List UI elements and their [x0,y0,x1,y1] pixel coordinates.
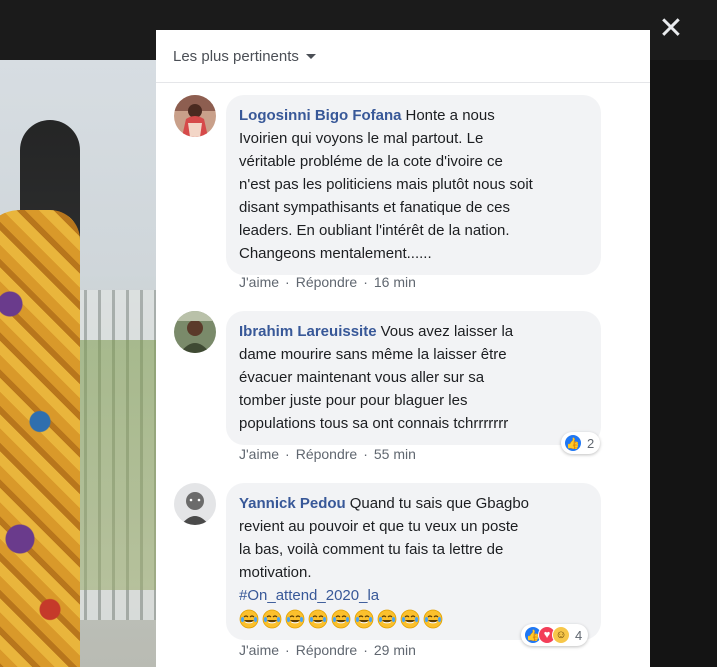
comment-text-line: Vous avez laisser la [380,323,514,340]
tears-of-joy-emoji-icon [285,609,305,629]
separator-dot: · [363,274,368,290]
reaction-count: 2 [587,435,595,451]
comment-text-line: véritable probléme de la cote d'ivoire c… [239,153,503,170]
comment-text-line: n'est pas les politiciens mais plutôt no… [239,176,533,193]
avatar[interactable] [174,95,216,137]
tears-of-joy-emoji-icon [331,609,351,629]
separator-dot: · [363,642,368,658]
avatar[interactable] [174,311,216,353]
close-icon[interactable]: ✕ [656,14,686,44]
reply-link[interactable]: Répondre [296,642,358,658]
comment-text-line: disant sympathisants et fanatique de ces [239,199,510,216]
comment-text-line: revient au pouvoir et que tu veux un pos… [239,518,519,535]
comment-text-line: motivation. [239,564,312,581]
comment-text-line: leaders. En oubliant l'intérêt de la nat… [239,222,510,239]
photo-dress [0,210,80,667]
hashtag-link[interactable]: #On_attend_2020_la [239,587,379,604]
separator-dot: · [285,642,290,658]
avatar[interactable] [174,483,216,525]
comment-bubble: Ibrahim Lareuissite Vous avez laisser la … [226,311,601,445]
reply-link[interactable]: Répondre [296,446,358,462]
separator-dot: · [363,446,368,462]
separator-dot: · [285,274,290,290]
reaction-summary[interactable]: 👍 2 [561,432,601,454]
comment-bubble: Logosinni Bigo Fofana Honte a nous Ivoiri… [226,95,601,275]
separator-dot: · [285,446,290,462]
haha-reaction-icon: ☺ [552,626,570,644]
reaction-count: 4 [575,627,583,643]
comment-text-line: tomber juste pour pour blaguer les [239,392,468,409]
caret-down-icon [305,53,316,59]
comment-text-line: Quand tu sais que Gbagbo [349,495,529,512]
comment: Logosinni Bigo Fofana Honte a nous Ivoiri… [174,95,634,295]
comment-actions: J'aime · Répondre · 16 min [239,274,416,290]
comment-text-line: dame mourire sans même la laisser être [239,346,507,363]
background-photo [0,60,156,667]
tears-of-joy-emoji-icon [262,609,282,629]
like-link[interactable]: J'aime [239,642,279,658]
comment-author[interactable]: Yannick Pedou [239,495,346,512]
comment-text-line: populations tous sa ont connais tchrrrrr… [239,415,509,432]
comment-text-line: Honte a nous [405,107,495,124]
comment: Ibrahim Lareuissite Vous avez laisser la … [174,311,634,471]
like-reaction-icon: 👍 [564,434,582,452]
comments-panel: Les plus pertinents Logosinni Bigo Fofan… [156,30,650,667]
comment-text-line: la bas, voilà comment tu fais ta lettre … [239,541,504,558]
tears-of-joy-emoji-icon [354,609,374,629]
comment: Yannick Pedou Quand tu sais que Gbagbo re… [174,483,634,667]
comment-text-line: Changeons mentalement...... [239,245,432,262]
like-link[interactable]: J'aime [239,274,279,290]
comment-timestamp[interactable]: 29 min [374,642,416,658]
comment-actions: J'aime · Répondre · 55 min [239,446,416,462]
comment-timestamp[interactable]: 55 min [374,446,416,462]
comment-author[interactable]: Logosinni Bigo Fofana [239,107,401,124]
comment-text-line: Ivoirien qui voyons le mal partout. Le [239,130,484,147]
comment-timestamp[interactable]: 16 min [374,274,416,290]
reaction-summary[interactable]: 👍 ♥ ☺ 4 [521,624,589,646]
tears-of-joy-emoji-icon [239,609,259,629]
tears-of-joy-emoji-icon [377,609,397,629]
comment-author[interactable]: Ibrahim Lareuissite [239,323,377,340]
tears-of-joy-emoji-icon [423,609,443,629]
like-link[interactable]: J'aime [239,446,279,462]
tears-of-joy-emoji-row [239,609,446,629]
sort-label: Les plus pertinents [173,47,299,65]
viewer-backdrop [650,60,717,667]
comment-actions: J'aime · Répondre · 29 min [239,642,416,658]
tears-of-joy-emoji-icon [308,609,328,629]
reply-link[interactable]: Répondre [296,274,358,290]
tears-of-joy-emoji-icon [400,609,420,629]
comment-bubble: Yannick Pedou Quand tu sais que Gbagbo re… [226,483,601,640]
comment-text-line: évacuer maintenant vous aller sur sa [239,369,485,386]
comment-sort-selector[interactable]: Les plus pertinents [156,30,650,83]
